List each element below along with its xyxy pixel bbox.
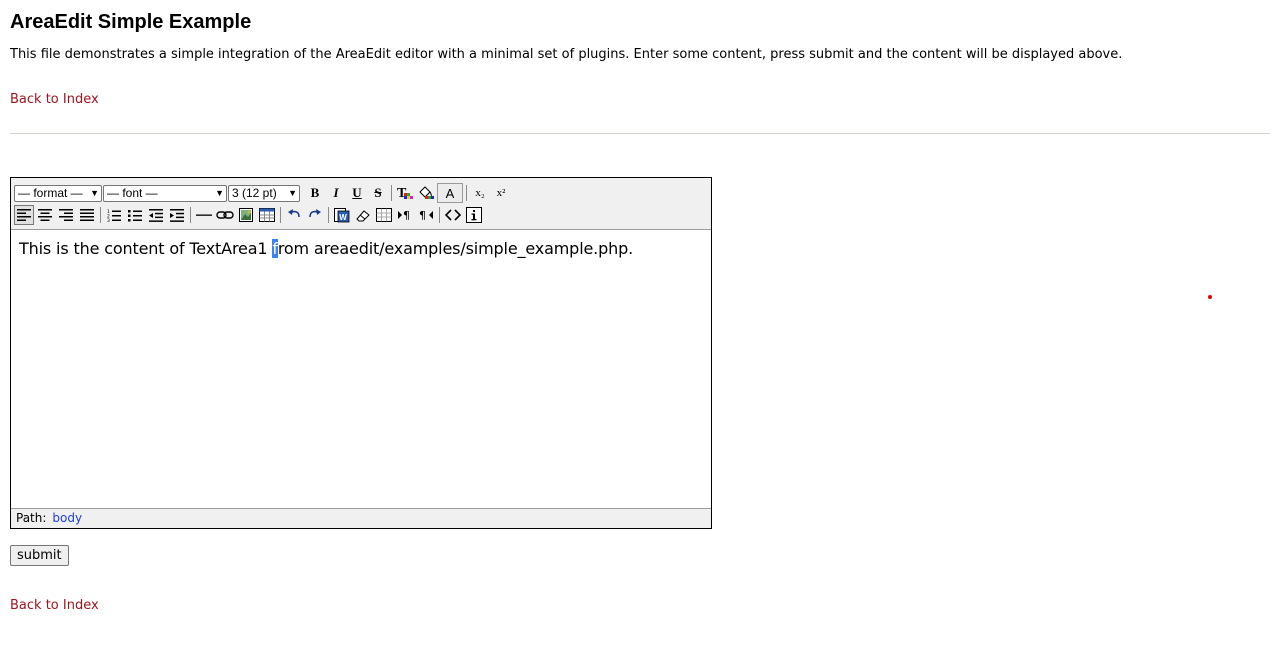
toolbar-separator: [280, 207, 281, 223]
undo-icon: [288, 209, 300, 218]
toolbar-separator: [190, 207, 191, 223]
font-color-button[interactable]: A: [437, 183, 463, 203]
undo-button[interactable]: [284, 205, 304, 225]
html-source-button[interactable]: [443, 205, 463, 225]
info-icon: [466, 207, 482, 223]
insert-table-button[interactable]: [257, 205, 277, 225]
format-select[interactable]: — format — ▼: [14, 184, 102, 202]
intro-text: This file demonstrates a simple integrat…: [10, 47, 1123, 62]
size-select-value: 3 (12 pt): [232, 185, 277, 200]
toolbar-row-1: — format — ▼ — font — ▼ 3 (12 pt) ▼ B I …: [14, 183, 512, 203]
toolbar-separator: [439, 207, 440, 223]
toolbar-row-2: 1 2 3 W ¶ ¶: [14, 205, 485, 225]
toolbar-separator: [391, 185, 392, 201]
paint-bucket-icon: [419, 186, 434, 199]
justify-center-button[interactable]: [35, 205, 55, 225]
horizontal-rule-button[interactable]: [194, 205, 214, 225]
eraser-icon: [356, 209, 370, 221]
toolbar-separator: [466, 185, 467, 201]
text-color-button[interactable]: T: [395, 183, 415, 203]
chevron-down-icon: ▼: [288, 187, 297, 198]
content-text-after: rom areaedit/examples/simple_example.php…: [277, 239, 634, 258]
font-select-value: — font —: [107, 185, 158, 200]
link-icon: [216, 211, 234, 219]
toggle-borders-button[interactable]: [374, 205, 394, 225]
code-icon: [445, 209, 461, 221]
clear-formatting-button[interactable]: [353, 205, 373, 225]
about-button[interactable]: [464, 205, 484, 225]
chevron-down-icon: ▼: [215, 187, 224, 198]
content-text-before: This is the content of TextArea1: [19, 239, 273, 258]
right-to-left-icon: ¶: [419, 209, 433, 221]
word-paste-icon: W: [334, 207, 350, 222]
align-right-icon: [59, 209, 73, 221]
editor-statusbar: Path: body: [11, 508, 711, 528]
indent-icon: [170, 208, 184, 222]
indent-button[interactable]: [167, 205, 187, 225]
redo-icon: [309, 209, 321, 218]
size-select[interactable]: 3 (12 pt) ▼: [228, 184, 300, 202]
font-select[interactable]: — font — ▼: [103, 184, 227, 202]
svg-text:¶: ¶: [403, 209, 410, 221]
subscript-button[interactable]: x₂: [470, 183, 490, 203]
justify-full-button[interactable]: [77, 205, 97, 225]
toolbar-separator: [100, 207, 101, 223]
svg-text:¶: ¶: [419, 209, 426, 221]
outdent-icon: [149, 208, 163, 222]
paste-from-word-button[interactable]: W: [332, 205, 352, 225]
ltr-button[interactable]: ¶: [395, 205, 415, 225]
superscript-button[interactable]: x²: [491, 183, 511, 203]
chevron-down-icon: ▼: [90, 187, 99, 198]
editor-toolbar: — format — ▼ — font — ▼ 3 (12 pt) ▼ B I …: [11, 178, 711, 230]
image-icon: [239, 208, 253, 222]
redo-button[interactable]: [305, 205, 325, 225]
justify-right-button[interactable]: [56, 205, 76, 225]
bold-button[interactable]: B: [305, 183, 325, 203]
svg-text:W: W: [339, 213, 347, 222]
align-justify-icon: [80, 209, 94, 221]
toolbar-separator: [328, 207, 329, 223]
horizontal-rule: [10, 133, 1270, 134]
ordered-list-button[interactable]: 1 2 3: [104, 205, 124, 225]
areaedit-editor: — format — ▼ — font — ▼ 3 (12 pt) ▼ B I …: [10, 177, 712, 529]
text-color-icon: T: [397, 186, 413, 201]
italic-button[interactable]: I: [326, 183, 346, 203]
background-color-button[interactable]: [416, 183, 436, 203]
page-title: AreaEdit Simple Example: [10, 11, 252, 33]
editor-content-area[interactable]: This is the content of TextArea1 from ar…: [11, 230, 711, 508]
align-center-icon: [38, 209, 52, 221]
red-dot-marker: [1208, 295, 1212, 299]
outdent-button[interactable]: [146, 205, 166, 225]
bullet-list-icon: [128, 209, 142, 221]
align-left-icon: [17, 209, 31, 221]
borders-icon: [376, 208, 392, 222]
format-select-value: — format —: [18, 185, 83, 200]
ordered-list-icon: 1 2 3: [107, 209, 121, 222]
submit-button[interactable]: submit: [10, 545, 69, 566]
path-body-link[interactable]: body: [52, 511, 82, 525]
underline-button[interactable]: U: [347, 183, 367, 203]
table-icon: [259, 208, 275, 222]
strikethrough-button[interactable]: S: [368, 183, 388, 203]
path-label: Path:: [16, 511, 47, 525]
horizontal-rule-icon: [196, 214, 212, 216]
back-to-index-link-top[interactable]: Back to Index: [10, 92, 99, 108]
insert-image-button[interactable]: [236, 205, 256, 225]
justify-left-button[interactable]: [14, 205, 34, 225]
svg-text:3: 3: [107, 218, 110, 222]
back-to-index-link-bottom[interactable]: Back to Index: [10, 598, 99, 614]
unordered-list-button[interactable]: [125, 205, 145, 225]
rtl-button[interactable]: ¶: [416, 205, 436, 225]
create-link-button[interactable]: [215, 205, 235, 225]
left-to-right-icon: ¶: [398, 209, 410, 221]
